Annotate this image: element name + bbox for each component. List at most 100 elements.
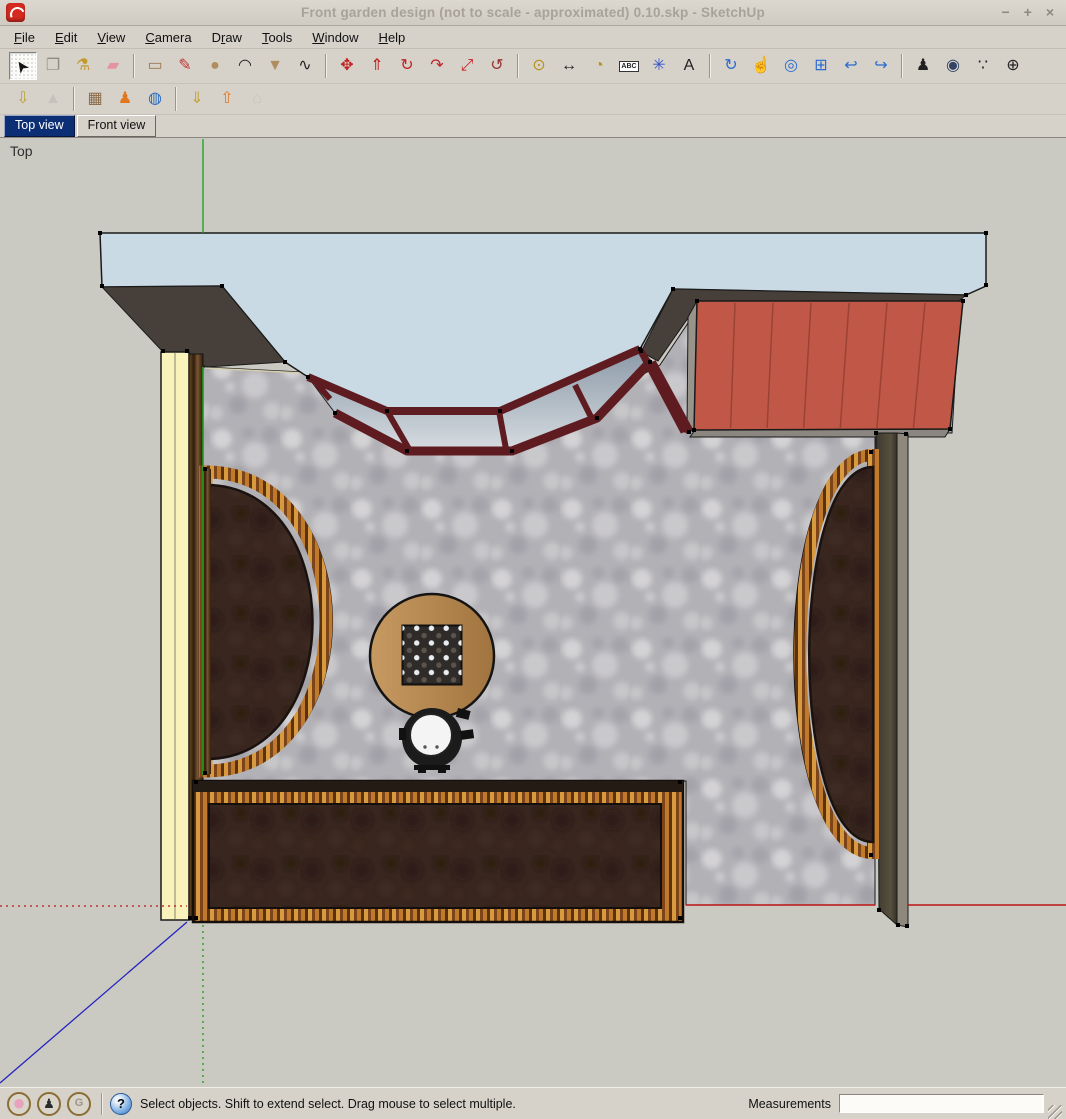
- tape-measure-tool-glyph: ⊙: [532, 58, 545, 74]
- view-label: Top: [10, 143, 33, 159]
- walk-tool[interactable]: ∵: [969, 52, 997, 80]
- dimension-tool[interactable]: ↔: [555, 52, 583, 80]
- polygon-tool-glyph: ▼: [267, 58, 283, 74]
- minimize-button[interactable]: −: [1001, 0, 1009, 25]
- toolbar-group: ▦ ♟ ◍: [80, 85, 170, 113]
- make-component-tool[interactable]: ❐: [39, 52, 67, 80]
- circle-tool-glyph: ●: [210, 58, 220, 74]
- toolbar-separator: [73, 87, 75, 111]
- orbit-tool-glyph: ↻: [724, 58, 737, 74]
- position-camera-tool[interactable]: ♟: [909, 52, 937, 80]
- menu-file[interactable]: File: [4, 28, 45, 47]
- zoom-next-tool[interactable]: ↪: [867, 52, 895, 80]
- close-button[interactable]: ×: [1046, 0, 1054, 25]
- toolbar-group: ➤❐⚗▰: [8, 52, 128, 80]
- measurements-input[interactable]: [839, 1094, 1044, 1113]
- status-google-icon[interactable]: G: [67, 1092, 91, 1116]
- flower-bed-bottom[interactable]: [193, 781, 683, 922]
- circle-tool[interactable]: ●: [201, 52, 229, 80]
- line-tool-glyph: ✎: [178, 58, 191, 74]
- garden-table[interactable]: [370, 594, 494, 718]
- zoom-window-tool-glyph: ⊞: [814, 58, 827, 74]
- look-around-tool[interactable]: ◉: [939, 52, 967, 80]
- rectangle-tool[interactable]: ▭: [141, 52, 169, 80]
- pan-tool[interactable]: ☝: [747, 52, 775, 80]
- share-model-button[interactable]: ⇧: [213, 85, 241, 113]
- title-bar: Front garden design (not to scale - appr…: [0, 0, 1066, 26]
- menu-help[interactable]: Help: [369, 28, 416, 47]
- arc-tool[interactable]: ◠: [231, 52, 259, 80]
- scale-tool[interactable]: ⤢: [453, 52, 481, 80]
- menu-window[interactable]: Window: [302, 28, 368, 47]
- tape-measure-tool[interactable]: ⊙: [525, 52, 553, 80]
- google-earth-button[interactable]: ◍: [141, 85, 169, 113]
- protractor-tool[interactable]: ◔: [585, 52, 613, 80]
- eraser-tool[interactable]: ▰: [99, 52, 127, 80]
- menu-tools[interactable]: Tools: [252, 28, 302, 47]
- menu-view[interactable]: View: [87, 28, 135, 47]
- toggle-terrain-button[interactable]: ▲: [39, 85, 67, 113]
- toolbar-group: ↻ ☝◎ ⊞ ↩ ↪: [716, 52, 896, 80]
- toolbar-group: ▭ ✎ ● ◠ ▼ ∿: [140, 52, 320, 80]
- toolbar-separator: [709, 54, 711, 78]
- push-pull-tool[interactable]: ⇑: [363, 52, 391, 80]
- toolbar-group: ♟◉∵⊕: [908, 52, 1028, 80]
- zoom-tool[interactable]: ◎: [777, 52, 805, 80]
- text-tool[interactable]: ABC: [615, 52, 643, 80]
- protractor-tool-glyph: ◔: [594, 58, 604, 74]
- viewport-canvas[interactable]: Top: [0, 138, 1066, 1087]
- status-person-icon[interactable]: ♟: [37, 1092, 61, 1116]
- move-tool[interactable]: ✥: [333, 52, 361, 80]
- get-current-view-button-glyph: ⇩: [16, 91, 29, 107]
- line-tool[interactable]: ✎: [171, 52, 199, 80]
- photo-textures-button[interactable]: ▦: [81, 85, 109, 113]
- get-current-view-button[interactable]: ⇩: [9, 85, 37, 113]
- polygon-tool[interactable]: ▼: [261, 52, 289, 80]
- zoom-next-tool-glyph: ↪: [874, 58, 887, 74]
- menu-edit[interactable]: Edit: [45, 28, 87, 47]
- status-icons: ⬤ ♟ G: [4, 1092, 94, 1116]
- window-controls: − + ×: [1001, 0, 1066, 25]
- text-tool-glyph: ABC: [619, 61, 638, 72]
- 3d-text-tool-glyph: A: [684, 58, 695, 74]
- model-viewport[interactable]: Top: [0, 138, 1066, 1087]
- freehand-tool[interactable]: ∿: [291, 52, 319, 80]
- offset-tool[interactable]: ↺: [483, 52, 511, 80]
- zoom-previous-tool[interactable]: ↩: [837, 52, 865, 80]
- scene-tab-bar: Top viewFront view: [0, 115, 1066, 138]
- rotate-tool[interactable]: ↻: [393, 52, 421, 80]
- paint-bucket-tool[interactable]: ⚗: [69, 52, 97, 80]
- help-icon[interactable]: ?: [110, 1093, 132, 1115]
- scene-tab-front-view[interactable]: Front view: [77, 115, 157, 137]
- toolbar-separator: [175, 87, 177, 111]
- status-geolocation-icon[interactable]: ⬤: [7, 1092, 31, 1116]
- menu-camera[interactable]: Camera: [135, 28, 201, 47]
- get-models-button[interactable]: ⇓: [183, 85, 211, 113]
- follow-me-tool[interactable]: ↷: [423, 52, 451, 80]
- toolbar-group: ✥ ⇑ ↻↷ ⤢ ↺: [332, 52, 512, 80]
- scale-tool-glyph: ⤢: [461, 58, 474, 74]
- orbit-tool[interactable]: ↻: [717, 52, 745, 80]
- add-location-button-glyph: ♟: [118, 91, 132, 107]
- menu-draw[interactable]: Draw: [202, 28, 252, 47]
- status-separator: [101, 1093, 103, 1115]
- toolbar-group: ⇓⇧ ⌂: [182, 85, 272, 113]
- status-person-icon-glyph: ♟: [43, 1097, 55, 1110]
- share-component-button[interactable]: ⌂: [243, 85, 271, 113]
- section-plane-tool[interactable]: ⊕: [999, 52, 1027, 80]
- resize-grip[interactable]: [1048, 1105, 1062, 1119]
- add-location-button[interactable]: ♟: [111, 85, 139, 113]
- share-component-button-glyph: ⌂: [252, 91, 262, 107]
- right-boundary-wall[interactable]: [876, 433, 908, 927]
- maximize-button[interactable]: +: [1024, 0, 1032, 25]
- move-tool-glyph: ✥: [340, 58, 353, 74]
- axes-tool[interactable]: ✳: [645, 52, 673, 80]
- push-pull-tool-glyph: ⇑: [370, 58, 383, 74]
- select-tool[interactable]: ➤: [9, 52, 37, 80]
- red-corrugated-roof[interactable]: [687, 301, 963, 437]
- zoom-window-tool[interactable]: ⊞: [807, 52, 835, 80]
- toolbar-group: ⊙ ↔ ◔ ABC ✳ A: [524, 52, 704, 80]
- scene-tab-top-view[interactable]: Top view: [4, 115, 75, 137]
- 3d-text-tool[interactable]: A: [675, 52, 703, 80]
- offset-tool-glyph: ↺: [490, 58, 503, 74]
